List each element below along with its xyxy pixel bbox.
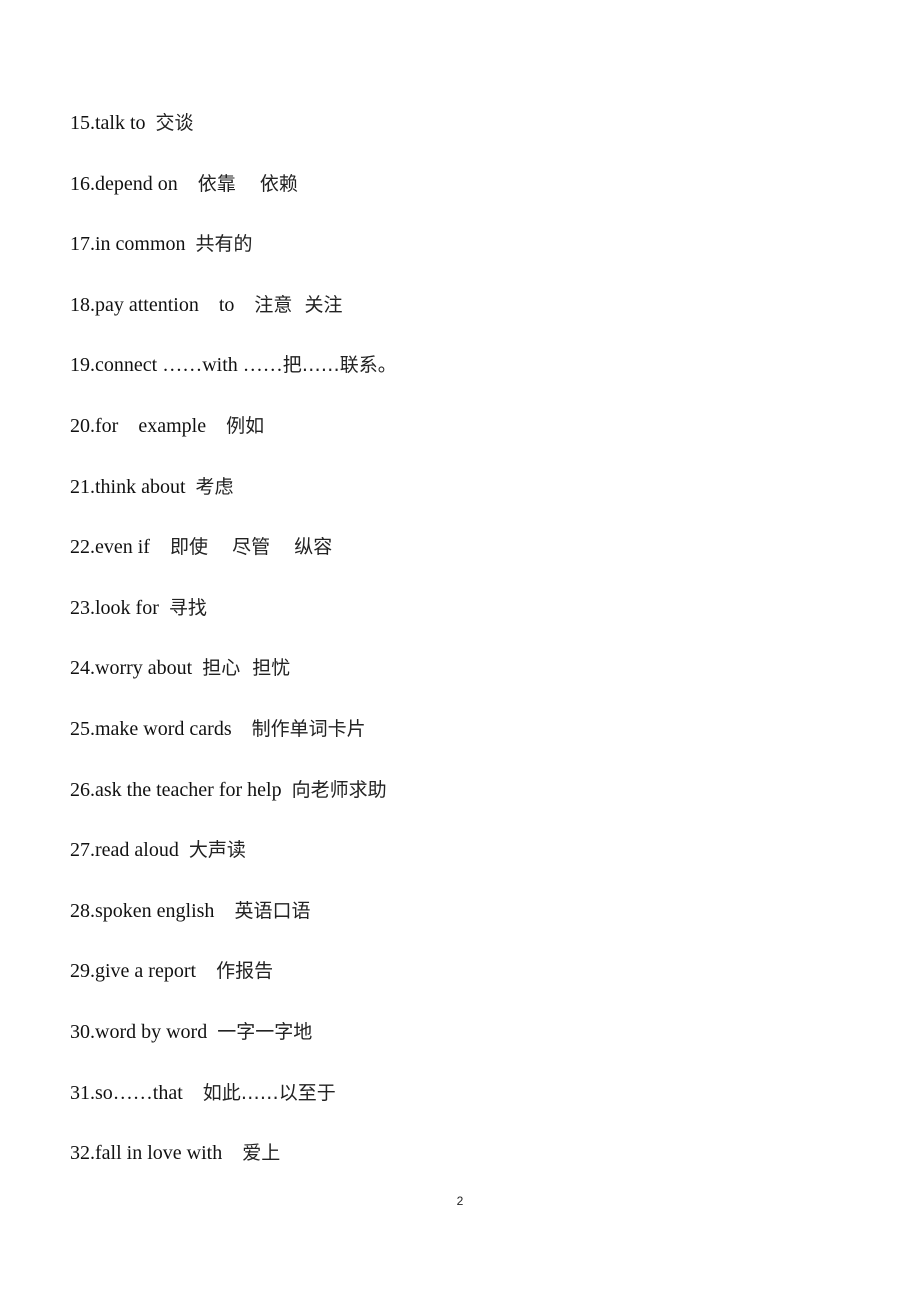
phrase-english: 15.talk to: [70, 112, 156, 134]
phrase-chinese: 作报告: [216, 960, 274, 983]
phrase-chinese: 交谈: [155, 112, 194, 134]
phrase-english: 22.even if: [70, 536, 170, 559]
list-item: 29.give a report 作报告: [70, 953, 397, 1014]
phrase-chinese: 例如: [226, 414, 265, 437]
phrase-chinese: 寻找: [168, 596, 207, 619]
phrase-chinese: 考虑: [195, 475, 234, 498]
phrase-english: 20.for example: [70, 414, 227, 437]
list-item: 20.for example 例如: [70, 408, 397, 469]
phrase-chinese: 大声读: [188, 839, 246, 862]
phrase-chinese: 担心 担忧: [202, 657, 291, 680]
phrase-english: 16.depend on: [70, 172, 198, 195]
list-item: 26.ask the teacher for help 向老师求助: [70, 772, 397, 833]
list-item: 28.spoken english 英语口语: [70, 893, 397, 954]
list-item: 19.connect ……with ……把……联系。: [70, 347, 397, 408]
phrase-english: 19.connect ……with ……: [70, 354, 283, 377]
phrase-english: 30.word by word: [70, 1020, 218, 1043]
phrase-english: 21.think about: [70, 475, 196, 498]
phrase-english: 25.make word cards: [70, 717, 252, 740]
phrase-chinese: 依靠 依赖: [197, 172, 298, 195]
phrase-chinese: 把……联系。: [282, 354, 397, 377]
phrase-english: 17.in common: [70, 233, 196, 256]
list-item: 15.talk to 交谈: [70, 105, 397, 166]
phrase-english: 18.pay attention to: [70, 293, 255, 316]
list-item: 18.pay attention to 注意 关注: [70, 287, 397, 348]
phrase-english: 28.spoken english: [70, 899, 235, 922]
phrase-chinese: 注意 关注: [254, 293, 343, 316]
list-item: 31.so……that 如此……以至于: [70, 1075, 397, 1136]
list-item: 25.make word cards 制作单词卡片: [70, 711, 397, 772]
list-item: 16.depend on 依靠 依赖: [70, 166, 397, 227]
phrase-english: 27.read aloud: [70, 839, 189, 862]
phrase-chinese: 一字一字地: [217, 1020, 313, 1043]
phrase-chinese: 共有的: [195, 233, 253, 256]
phrase-chinese: 爱上: [242, 1142, 281, 1165]
phrase-chinese: 向老师求助: [291, 778, 387, 801]
list-item: 21.think about 考虑: [70, 469, 397, 530]
phrase-english: 31.so……that: [70, 1081, 203, 1104]
page-number: 2: [456, 1194, 464, 1208]
phrase-english: 32.fall in love with: [70, 1142, 243, 1165]
vocabulary-list: 15.talk to 交谈 16.depend on 依靠 依赖 17.in c…: [70, 105, 397, 1196]
phrase-english: 26.ask the teacher for help: [70, 778, 292, 801]
list-item: 24.worry about 担心 担忧: [70, 650, 397, 711]
phrase-english: 23.look for: [70, 596, 169, 619]
list-item: 23.look for 寻找: [70, 590, 397, 651]
phrase-chinese: 即使 尽管 纵容: [169, 536, 333, 559]
list-item: 27.read aloud 大声读: [70, 832, 397, 893]
phrase-chinese: 制作单词卡片: [251, 717, 366, 740]
list-item: 22.even if 即使 尽管 纵容: [70, 529, 397, 590]
phrase-chinese: 英语口语: [234, 899, 311, 922]
phrase-english: 29.give a report: [70, 960, 217, 983]
phrase-english: 24.worry about: [70, 657, 203, 680]
phrase-chinese: 如此……以至于: [202, 1081, 336, 1104]
list-item: 17.in common 共有的: [70, 226, 397, 287]
list-item: 32.fall in love with 爱上: [70, 1135, 397, 1196]
list-item: 30.word by word 一字一字地: [70, 1014, 397, 1075]
